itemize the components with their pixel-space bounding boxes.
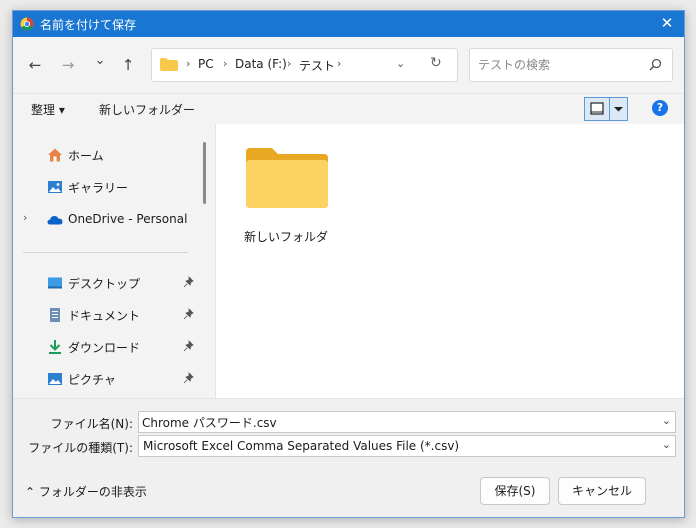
refresh-button[interactable]: ↻ (430, 55, 442, 71)
sidebar-item-label: ギャラリー (68, 181, 129, 195)
search-input[interactable] (476, 55, 640, 75)
sidebar-scrollbar[interactable] (203, 142, 206, 204)
breadcrumb-separator: › (337, 57, 342, 70)
navigation-pane: ホーム ギャラリー › OneDrive - Personal デスクトップ ド… (13, 124, 214, 398)
breadcrumb-pc[interactable]: PC (198, 57, 214, 71)
sidebar-divider (23, 252, 188, 253)
file-list: 新しいフォルダ (215, 124, 684, 398)
sidebar-item-downloads[interactable]: ダウンロード (13, 335, 203, 359)
chevron-down-icon[interactable]: ⌄ (662, 414, 671, 427)
command-bar: 整理 ▾ 新しいフォルダー ? (13, 93, 684, 124)
sidebar-item-pictures[interactable]: ピクチャ (13, 367, 203, 391)
view-options-button[interactable] (584, 97, 628, 121)
desktop-icon (48, 277, 62, 289)
documents-icon (50, 308, 60, 322)
filetype-label: ファイルの種類(T): (28, 441, 133, 455)
save-as-dialog: 名前を付けて保存 ✕ ← → ⌄ ↑ › PC › Data (F:) › テス… (12, 10, 685, 518)
sidebar-item-label: ホーム (68, 149, 104, 163)
gallery-icon (48, 181, 62, 193)
chrome-icon (20, 17, 34, 31)
window-title: 名前を付けて保存 (40, 18, 137, 32)
filetype-select[interactable]: Microsoft Excel Comma Separated Values F… (138, 435, 676, 457)
sidebar-item-gallery[interactable]: ギャラリー (13, 175, 203, 199)
sidebar-item-home[interactable]: ホーム (13, 143, 203, 167)
save-button[interactable]: 保存(S) (480, 477, 550, 505)
sidebar-item-onedrive[interactable]: › OneDrive - Personal (13, 208, 203, 232)
title-bar: 名前を付けて保存 ✕ (13, 11, 684, 37)
sidebar-item-label: デスクトップ (68, 277, 141, 291)
breadcrumb-separator: › (186, 57, 191, 70)
address-bar[interactable]: › PC › Data (F:) › テスト › ⌄ ↻ (151, 48, 458, 82)
new-folder-button[interactable]: 新しいフォルダー (99, 101, 195, 118)
breadcrumb-separator: › (223, 57, 228, 70)
navigation-bar: ← → ⌄ ↑ › PC › Data (F:) › テスト › ⌄ ↻ (13, 37, 684, 93)
pictures-icon (48, 373, 62, 385)
folder-item[interactable]: 新しいフォルダ (236, 138, 340, 248)
view-icon (585, 98, 609, 120)
search-icon (649, 58, 662, 71)
save-options-panel: ファイル名(N): ⌄ ファイルの種類(T): Microsoft Excel … (13, 398, 684, 517)
sidebar-item-label: OneDrive - Personal (68, 212, 188, 226)
search-box[interactable] (469, 48, 673, 82)
sidebar-item-desktop[interactable]: デスクトップ (13, 271, 203, 295)
folder-name: 新しいフォルダ (243, 230, 328, 244)
pin-icon[interactable] (183, 308, 195, 320)
view-dropdown-icon (609, 98, 628, 120)
help-icon[interactable]: ? (652, 100, 668, 116)
back-button[interactable]: ← (25, 55, 45, 75)
recent-locations-button[interactable]: ⌄ (90, 51, 110, 71)
pin-icon[interactable] (183, 372, 195, 384)
filetype-value: Microsoft Excel Comma Separated Values F… (143, 439, 460, 453)
hide-folders-button[interactable]: ⌃ フォルダーの非表示 (25, 483, 147, 500)
filename-combobox[interactable]: ⌄ (138, 411, 676, 433)
breadcrumb-separator: › (287, 57, 292, 70)
pin-icon[interactable] (183, 276, 195, 288)
sidebar-item-label: ダウンロード (68, 341, 141, 355)
sidebar-item-label: ドキュメント (68, 309, 141, 323)
filename-input[interactable] (142, 414, 642, 430)
sidebar-item-documents[interactable]: ドキュメント (13, 303, 203, 327)
filename-label: ファイル名(N): (50, 417, 133, 431)
onedrive-icon (47, 216, 63, 225)
address-dropdown-button[interactable]: ⌄ (396, 57, 405, 70)
chevron-down-icon[interactable]: ⌄ (662, 438, 671, 451)
folder-icon (246, 148, 328, 208)
organize-button[interactable]: 整理 ▾ (31, 101, 65, 118)
up-button[interactable]: ↑ (118, 55, 138, 75)
folder-icon (160, 58, 178, 71)
cancel-button[interactable]: キャンセル (558, 477, 646, 505)
forward-button[interactable]: → (58, 55, 78, 75)
chevron-right-icon[interactable]: › (23, 211, 27, 224)
sidebar-item-label: ピクチャ (68, 373, 116, 387)
pin-icon[interactable] (183, 340, 195, 352)
breadcrumb-test[interactable]: テスト (299, 57, 335, 74)
breadcrumb-data-drive[interactable]: Data (F:) (235, 57, 287, 71)
close-button[interactable]: ✕ (658, 14, 676, 32)
home-icon (48, 148, 62, 162)
downloads-icon (49, 340, 61, 354)
